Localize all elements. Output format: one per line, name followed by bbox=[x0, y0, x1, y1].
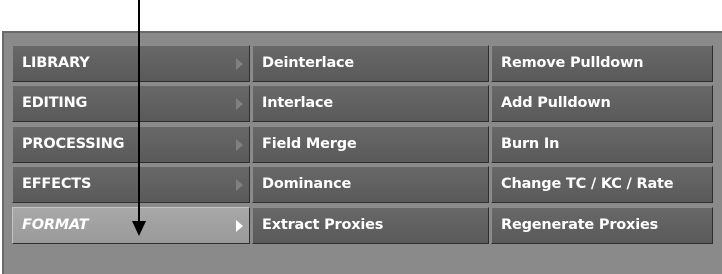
menu-library-button[interactable]: LIBRARY bbox=[12, 45, 250, 82]
menu-format-label: FORMAT bbox=[22, 217, 89, 233]
menu-editing-button[interactable]: EDITING bbox=[12, 85, 250, 122]
menu-effects-label: EFFECTS bbox=[22, 176, 92, 192]
submenu-arrow-icon bbox=[236, 139, 243, 151]
dominance-button[interactable]: Dominance bbox=[252, 166, 489, 203]
remove-pulldown-button[interactable]: Remove Pulldown bbox=[491, 45, 713, 82]
submenu-arrow-icon bbox=[236, 179, 243, 191]
menu-editing-label: EDITING bbox=[22, 95, 88, 111]
add-pulldown-button[interactable]: Add Pulldown bbox=[491, 85, 713, 122]
menu-library-label: LIBRARY bbox=[22, 55, 90, 71]
menu-processing-label: PROCESSING bbox=[22, 136, 125, 152]
submenu-arrow-icon bbox=[236, 98, 243, 110]
interlace-label: Interlace bbox=[262, 95, 334, 111]
burn-in-label: Burn In bbox=[501, 136, 560, 152]
field-merge-button[interactable]: Field Merge bbox=[252, 126, 489, 163]
submenu-arrow-icon bbox=[236, 220, 243, 232]
dominance-label: Dominance bbox=[262, 176, 352, 192]
menu-format-button[interactable]: FORMAT bbox=[12, 207, 250, 244]
regenerate-proxies-button[interactable]: Regenerate Proxies bbox=[491, 207, 713, 244]
field-merge-label: Field Merge bbox=[262, 136, 357, 152]
submenu-arrow-icon bbox=[236, 58, 243, 70]
regenerate-proxies-label: Regenerate Proxies bbox=[501, 217, 659, 233]
add-pulldown-label: Add Pulldown bbox=[501, 95, 611, 111]
extract-proxies-button[interactable]: Extract Proxies bbox=[252, 207, 489, 244]
deinterlace-label: Deinterlace bbox=[262, 55, 355, 71]
menu-effects-button[interactable]: EFFECTS bbox=[12, 166, 250, 203]
main-menu-panel: LIBRARY EDITING PROCESSING EFFECTS FORMA… bbox=[2, 31, 722, 274]
extract-proxies-label: Extract Proxies bbox=[262, 217, 384, 233]
menu-processing-button[interactable]: PROCESSING bbox=[12, 126, 250, 163]
change-tc-kc-rate-label: Change TC / KC / Rate bbox=[501, 176, 674, 192]
change-tc-kc-rate-button[interactable]: Change TC / KC / Rate bbox=[491, 166, 713, 203]
deinterlace-button[interactable]: Deinterlace bbox=[252, 45, 489, 82]
remove-pulldown-label: Remove Pulldown bbox=[501, 55, 644, 71]
interlace-button[interactable]: Interlace bbox=[252, 85, 489, 122]
burn-in-button[interactable]: Burn In bbox=[491, 126, 713, 163]
